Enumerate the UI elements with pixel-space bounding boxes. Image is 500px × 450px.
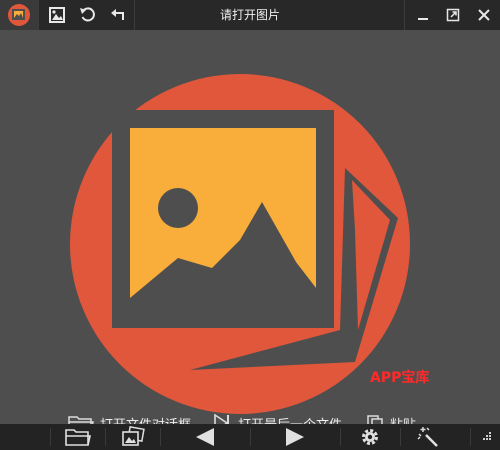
undo-icon: [111, 9, 124, 20]
placeholder-logo-icon: [70, 74, 410, 414]
magic-wand-button[interactable]: [405, 424, 450, 450]
grid-button[interactable]: [474, 424, 500, 450]
previous-button[interactable]: [165, 424, 245, 450]
previous-icon: [196, 428, 214, 446]
open-folder-button[interactable]: [55, 424, 100, 450]
title-bar: 请打开图片: [0, 0, 500, 30]
magic-wand-icon: [417, 427, 438, 447]
watermark: APP宝库: [370, 370, 430, 386]
open-images-icon: [121, 426, 145, 446]
next-icon: [286, 428, 304, 446]
gallery-icon: [49, 7, 65, 23]
app-logo-button[interactable]: [0, 0, 38, 30]
rotate-left-button[interactable]: [74, 0, 102, 30]
grid-icon: [483, 432, 491, 440]
expand-icon: [446, 8, 460, 22]
image-viewer-area[interactable]: 打开文件对话框 打开最后一个文件 粘贴: [0, 30, 500, 433]
undo-button[interactable]: [104, 0, 132, 30]
bottom-toolbar: [0, 424, 500, 450]
folder-icon: [64, 429, 91, 446]
app-logo-icon: [8, 4, 30, 26]
settings-button[interactable]: [345, 424, 395, 450]
minimize-button[interactable]: [408, 0, 438, 30]
settings-icon: [362, 429, 378, 445]
gallery-button[interactable]: [42, 0, 72, 30]
rotate-left-icon: [80, 7, 95, 22]
minimize-icon: [418, 18, 428, 20]
close-icon: [478, 9, 490, 21]
window-title: 请打开图片: [219, 8, 280, 22]
expand-button[interactable]: [438, 0, 468, 30]
next-button[interactable]: [255, 424, 335, 450]
close-button[interactable]: [468, 0, 500, 30]
open-images-button[interactable]: [110, 424, 155, 450]
